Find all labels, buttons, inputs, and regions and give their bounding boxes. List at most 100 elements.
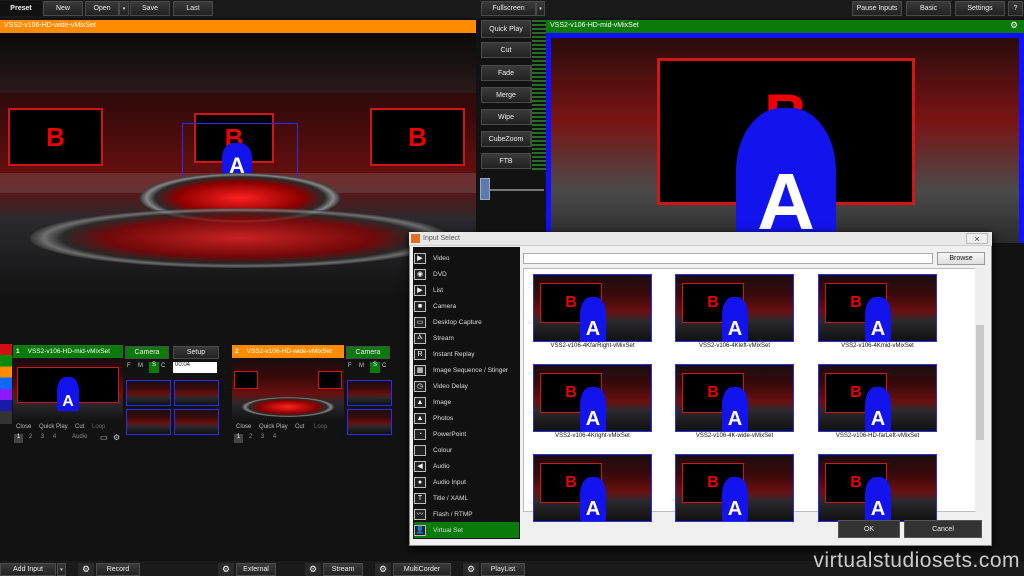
input-1-camera-button[interactable]: Camera [125,346,169,359]
preview-video[interactable]: B B B A [0,33,476,301]
multicorder-button[interactable]: MultiCorder [393,563,451,576]
input-type-item[interactable]: ◔ PowerPoint [414,426,519,442]
virtual-set-thumbnail[interactable]: BA [675,454,794,522]
input-type-item[interactable]: Colour [414,442,519,458]
input-1-close-button[interactable]: Close [16,424,31,430]
input-1-loop-button[interactable]: Loop [92,424,105,430]
input-type-item[interactable]: ▦ Image Sequence / Stinger [414,362,519,378]
output-gear-icon[interactable]: ⚙ [1010,20,1022,33]
input-type-item[interactable]: Ⲁ Stream [414,330,519,346]
gear-icon[interactable]: ⚙ [113,433,120,442]
output-video[interactable]: B A [546,33,1024,243]
input-2-layer-thumb-3[interactable] [347,409,392,435]
browse-button[interactable]: Browse [937,252,985,265]
wipe-button[interactable]: Wipe [481,109,531,125]
record-gear-icon[interactable]: ⚙ [78,563,94,576]
input-1-overlay-4[interactable]: 4 [50,434,59,443]
external-button[interactable]: External [236,563,276,576]
input-1-m-button[interactable]: M [138,363,148,373]
input-1-setup-button[interactable]: Setup [173,346,219,359]
input-2-layer-thumb-1[interactable] [347,380,392,406]
input-1-s-button[interactable]: S [149,362,159,373]
open-dropdown-icon[interactable]: ▾ [119,1,129,16]
cubezoom-button[interactable]: CubeZoom [481,131,531,147]
input-2-thumbnail[interactable] [232,359,344,422]
last-button[interactable]: Last [173,1,213,16]
input-2-overlay-2[interactable]: 2 [246,434,255,440]
help-button[interactable]: ? [1008,1,1023,16]
input-type-item[interactable]: T Title / XAML [414,490,519,506]
input-type-item[interactable]: 👤 Virtual Set [414,522,519,538]
basic-button[interactable]: Basic [906,1,951,16]
input-type-item[interactable]: ▶ Video [414,250,519,266]
input-type-item[interactable]: ▭ Desktop Capture [414,314,519,330]
input-1-quick-play-button[interactable]: Quick Play [39,424,68,430]
stream-gear-icon[interactable]: ⚙ [305,563,321,576]
input-type-item[interactable]: ▲ Image [414,394,519,410]
input-2-quick-play-button[interactable]: Quick Play [259,424,288,430]
record-button[interactable]: Record [96,563,140,576]
save-button[interactable]: Save [130,1,170,16]
dialog-title-bar[interactable]: Input Select [409,232,992,246]
playlist-button[interactable]: PlayList [481,563,525,576]
multicorder-gear-icon[interactable]: ⚙ [375,563,391,576]
quick-play-button[interactable]: Quick Play [481,20,531,38]
cut-button[interactable]: Cut [481,42,531,58]
input-2-cut-button[interactable]: Cut [295,424,304,430]
input-1-overlay-1[interactable]: 1 [14,434,23,443]
cancel-button[interactable]: Cancel [904,520,982,538]
virtual-set-thumbnail[interactable]: BA [533,274,652,342]
ftb-button[interactable]: FTB [481,153,531,169]
virtual-set-thumbnail[interactable]: BA [675,274,794,342]
virtual-set-thumbnail[interactable]: BA [675,364,794,432]
input-1-overlay-3[interactable]: 3 [38,434,47,443]
input-type-item[interactable]: ◀ Audio [414,458,519,474]
input-type-item[interactable]: 〰 Flash / RTMP [414,506,519,522]
virtual-set-thumbnail[interactable]: BA [533,454,652,522]
input-2-loop-button[interactable]: Loop [314,424,327,430]
stream-button[interactable]: Stream [323,563,363,576]
virtual-set-thumbnail[interactable]: BA [818,454,937,522]
scrollbar-thumb[interactable] [976,325,984,440]
input-1-overlay-2[interactable]: 2 [26,434,35,443]
input-colour-tabs[interactable] [0,344,12,424]
add-input-button[interactable]: Add Input [0,563,56,576]
input-1-layer-thumb-4[interactable] [174,409,219,435]
virtual-set-thumbnail[interactable]: BA [818,274,937,342]
settings-button[interactable]: Settings [955,1,1005,16]
input-type-item[interactable]: ▲ Photos [414,410,519,426]
external-gear-icon[interactable]: ⚙ [218,563,234,576]
input-type-item[interactable]: ▶ List [414,282,519,298]
input-1-thumbnail[interactable]: A [13,359,123,422]
input-type-item[interactable]: ■ Camera [414,298,519,314]
input-2-close-button[interactable]: Close [236,424,251,430]
dialog-close-button[interactable]: × [966,233,988,244]
input-type-item[interactable]: ◉ DVD [414,266,519,282]
input-2-overlay-3[interactable]: 3 [258,434,267,440]
input-1-audio-button[interactable]: Audio [72,434,87,440]
fade-button[interactable]: Fade [481,65,531,81]
pause-inputs-button[interactable]: Pause Inputs [852,1,902,16]
input-2-m-button[interactable]: M [359,363,369,369]
virtual-set-thumbnail[interactable]: BA [818,364,937,432]
input-1-timecode-field[interactable]: 00:04 [173,362,217,373]
input-type-item[interactable]: R Instant Replay [414,346,519,362]
monitor-icon[interactable]: ▭ [100,433,108,442]
input-1-title-bar[interactable]: 1 VSS2-v106-HD-mid-vMixSet [13,345,123,358]
input-2-c-button[interactable]: C [382,363,392,369]
input-1-layer-thumb-2[interactable] [174,380,219,406]
input-2-overlay-1[interactable]: 1 [234,434,243,443]
new-button[interactable]: New [43,1,83,16]
input-1-c-button[interactable]: C [161,363,171,373]
add-input-dropdown-icon[interactable]: ▾ [57,563,66,576]
merge-button[interactable]: Merge [481,87,531,103]
input-2-overlay-4[interactable]: 4 [270,434,279,440]
input-1-cut-button[interactable]: Cut [75,424,84,430]
input-type-item[interactable]: ◷ Video Delay [414,378,519,394]
open-button[interactable]: Open [85,1,119,16]
input-type-item[interactable]: ● Audio Input [414,474,519,490]
fullscreen-dropdown-icon[interactable]: ▾ [536,1,545,16]
t-bar-handle[interactable] [480,178,490,200]
input-2-s-button[interactable]: S [370,362,380,373]
path-input[interactable] [523,253,933,264]
